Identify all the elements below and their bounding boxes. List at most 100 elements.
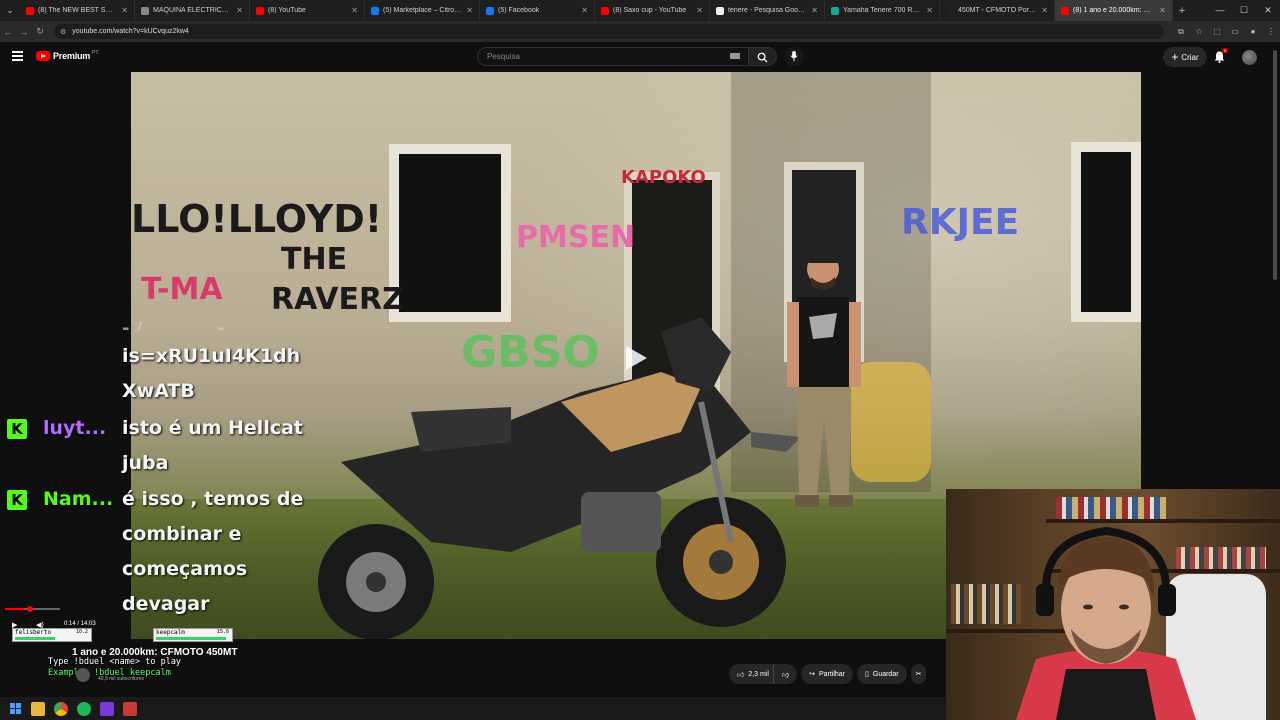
sidebar-icon[interactable]: ▭ [1226, 27, 1244, 37]
tab-favicon-icon [716, 6, 724, 15]
file-explorer-icon[interactable] [31, 701, 45, 716]
microphone-icon [790, 51, 798, 62]
windows-taskbar [0, 697, 946, 720]
browser-tab[interactable]: 450MT - CFMOTO Portugal ✕ [940, 0, 1055, 21]
books [1056, 497, 1166, 519]
chat-message-line: devagar [122, 593, 210, 615]
time-current: 0:14 [64, 621, 76, 627]
profile-icon[interactable]: ● [1244, 27, 1262, 37]
browser-tab[interactable]: Yamaha Tenere 700 Rally Ede✕ [825, 0, 940, 21]
browser-tab[interactable]: (8) YouTube ✕ [250, 0, 365, 21]
tab-close-icon[interactable]: ✕ [466, 6, 473, 15]
minimize-icon[interactable]: — [1208, 0, 1232, 21]
tab-favicon-icon [141, 6, 149, 15]
page-scrollbar[interactable] [1272, 46, 1278, 296]
building-window [1071, 142, 1141, 322]
menu-icon[interactable] [12, 51, 23, 61]
browser-tab[interactable]: (8) Saxo cup - YouTube ✕ [595, 0, 710, 21]
back-icon[interactable]: ← [0, 27, 16, 37]
voice-search-button[interactable] [784, 47, 804, 66]
tab-search-icon[interactable]: ⌄ [0, 0, 20, 21]
tab-favicon-icon [1061, 6, 1069, 15]
tab-title: tenere - Pesquisa Google [728, 7, 808, 14]
search-input[interactable]: Pesquisa [477, 47, 749, 66]
like-count: 2,3 mil [748, 670, 769, 678]
spotify-icon[interactable] [77, 701, 91, 716]
url-bar[interactable]: ⚙ youtube.com/watch?v=kUCvquz2kw4 [54, 24, 1164, 39]
tab-close-icon[interactable]: ✕ [581, 6, 588, 15]
chat-message-line: isto é um Hellcat [122, 417, 303, 439]
graffiti-text: PMSEN [516, 220, 636, 255]
tab-title: (5) Marketplace – Citroen saxo [383, 7, 462, 14]
clip-button[interactable]: ✂ [910, 664, 927, 684]
tab-close-icon[interactable]: ✕ [696, 6, 703, 15]
browser-tab[interactable]: tenere - Pesquisa Google ✕ [710, 0, 825, 21]
plus-icon: + [1171, 50, 1179, 64]
browser-tab[interactable]: (5) Facebook ✕ [480, 0, 595, 21]
graffiti-text: LLO!LLOYD! [131, 197, 383, 241]
graffiti-text: T-MA [141, 272, 223, 307]
notifications-button[interactable]: 9 [1214, 48, 1228, 68]
browser-menu-icon[interactable]: ⋮ [1262, 27, 1280, 37]
reload-icon[interactable]: ↻ [32, 26, 48, 37]
create-button[interactable]: + Criar [1163, 47, 1207, 67]
browser-tab[interactable]: MÁQUINA ELECTRICA DE ATA ✕ [135, 0, 250, 21]
windows-start-icon[interactable] [8, 702, 22, 716]
chrome-icon[interactable] [54, 701, 68, 716]
share-button[interactable]: ↪ Partilhar [801, 664, 854, 684]
youtube-header: Premium PT Pesquisa + Criar 9 [0, 42, 1280, 72]
bookmark-icon: ▯ [865, 671, 869, 678]
maximize-icon[interactable]: ☐ [1232, 0, 1256, 21]
duel-left-bar [15, 637, 55, 640]
scrollbar-thumb[interactable] [1273, 50, 1277, 280]
tab-close-icon[interactable]: ✕ [236, 6, 243, 15]
kick-badge-icon: K [7, 419, 27, 439]
play-icon[interactable] [620, 343, 650, 373]
search-button[interactable] [749, 47, 777, 66]
install-icon[interactable]: ⧉ [1172, 27, 1190, 37]
tab-favicon-icon [26, 6, 34, 15]
site-info-icon[interactable]: ⚙ [60, 28, 66, 36]
graffiti-blue: RKJEE [901, 202, 1020, 243]
tab-favicon-icon [601, 6, 609, 15]
tab-close-icon[interactable]: ✕ [1159, 6, 1166, 15]
close-window-icon[interactable]: ✕ [1256, 0, 1280, 21]
motorcycle-image [318, 317, 801, 639]
save-button[interactable]: ▯ Guardar [857, 664, 907, 684]
video-title: 1 ano e 20.000km: CFMOTO 450MT [72, 647, 238, 658]
browser-tab[interactable]: (8) The NEW BEST SOLO CAR! ✕ [20, 0, 135, 21]
tab-close-icon[interactable]: ✕ [1041, 6, 1048, 15]
extensions-icon[interactable]: ⬚ [1208, 27, 1226, 37]
tab-close-icon[interactable]: ✕ [811, 6, 818, 15]
bookmark-star-icon[interactable]: ☆ [1190, 27, 1208, 37]
keyboard-icon[interactable] [730, 53, 740, 59]
notification-badge: 9 [1222, 48, 1228, 53]
new-tab-button[interactable]: + [1173, 5, 1191, 17]
tab-close-icon[interactable]: ✕ [926, 6, 933, 15]
chat-message-line: XwATB [122, 380, 195, 402]
dislike-button[interactable]: 👎︎ [772, 664, 798, 684]
browser-tab[interactable]: (5) Marketplace – Citroen saxo ✕ [365, 0, 480, 21]
like-button[interactable]: 👍︎ 2,3 mil [729, 664, 773, 684]
tab-favicon-icon [486, 6, 494, 15]
forward-icon[interactable]: → [16, 27, 32, 37]
duel-left-name: felisberto [15, 629, 52, 636]
tab-close-icon[interactable]: ✕ [351, 6, 358, 15]
streamer-image [1016, 526, 1196, 720]
app-icon[interactable] [123, 701, 137, 716]
browser-tab[interactable]: (8) 1 ano e 20.000km: CFMOTO ✕ [1055, 0, 1173, 21]
tab-close-icon[interactable]: ✕ [121, 6, 128, 15]
tab-title: 450MT - CFMOTO Portugal [958, 7, 1038, 14]
account-avatar[interactable] [1242, 50, 1257, 65]
graffiti-text: KAPOKO [621, 167, 706, 188]
chat-message-line: começamos [122, 558, 248, 580]
address-toolbar: ← → ↻ ⚙ youtube.com/watch?v=kUCvquz2kw4 … [0, 21, 1280, 42]
chat-message-line: juba [122, 452, 169, 474]
app-icon[interactable] [100, 701, 114, 716]
chat-message-line: combinar e [122, 523, 242, 545]
scrubber-handle[interactable] [27, 606, 33, 612]
channel-avatar[interactable] [76, 668, 90, 682]
youtube-logo[interactable]: Premium PT [36, 50, 99, 61]
video-progress-bar[interactable] [5, 606, 60, 612]
thumbs-down-icon: 👎︎ [781, 671, 790, 679]
